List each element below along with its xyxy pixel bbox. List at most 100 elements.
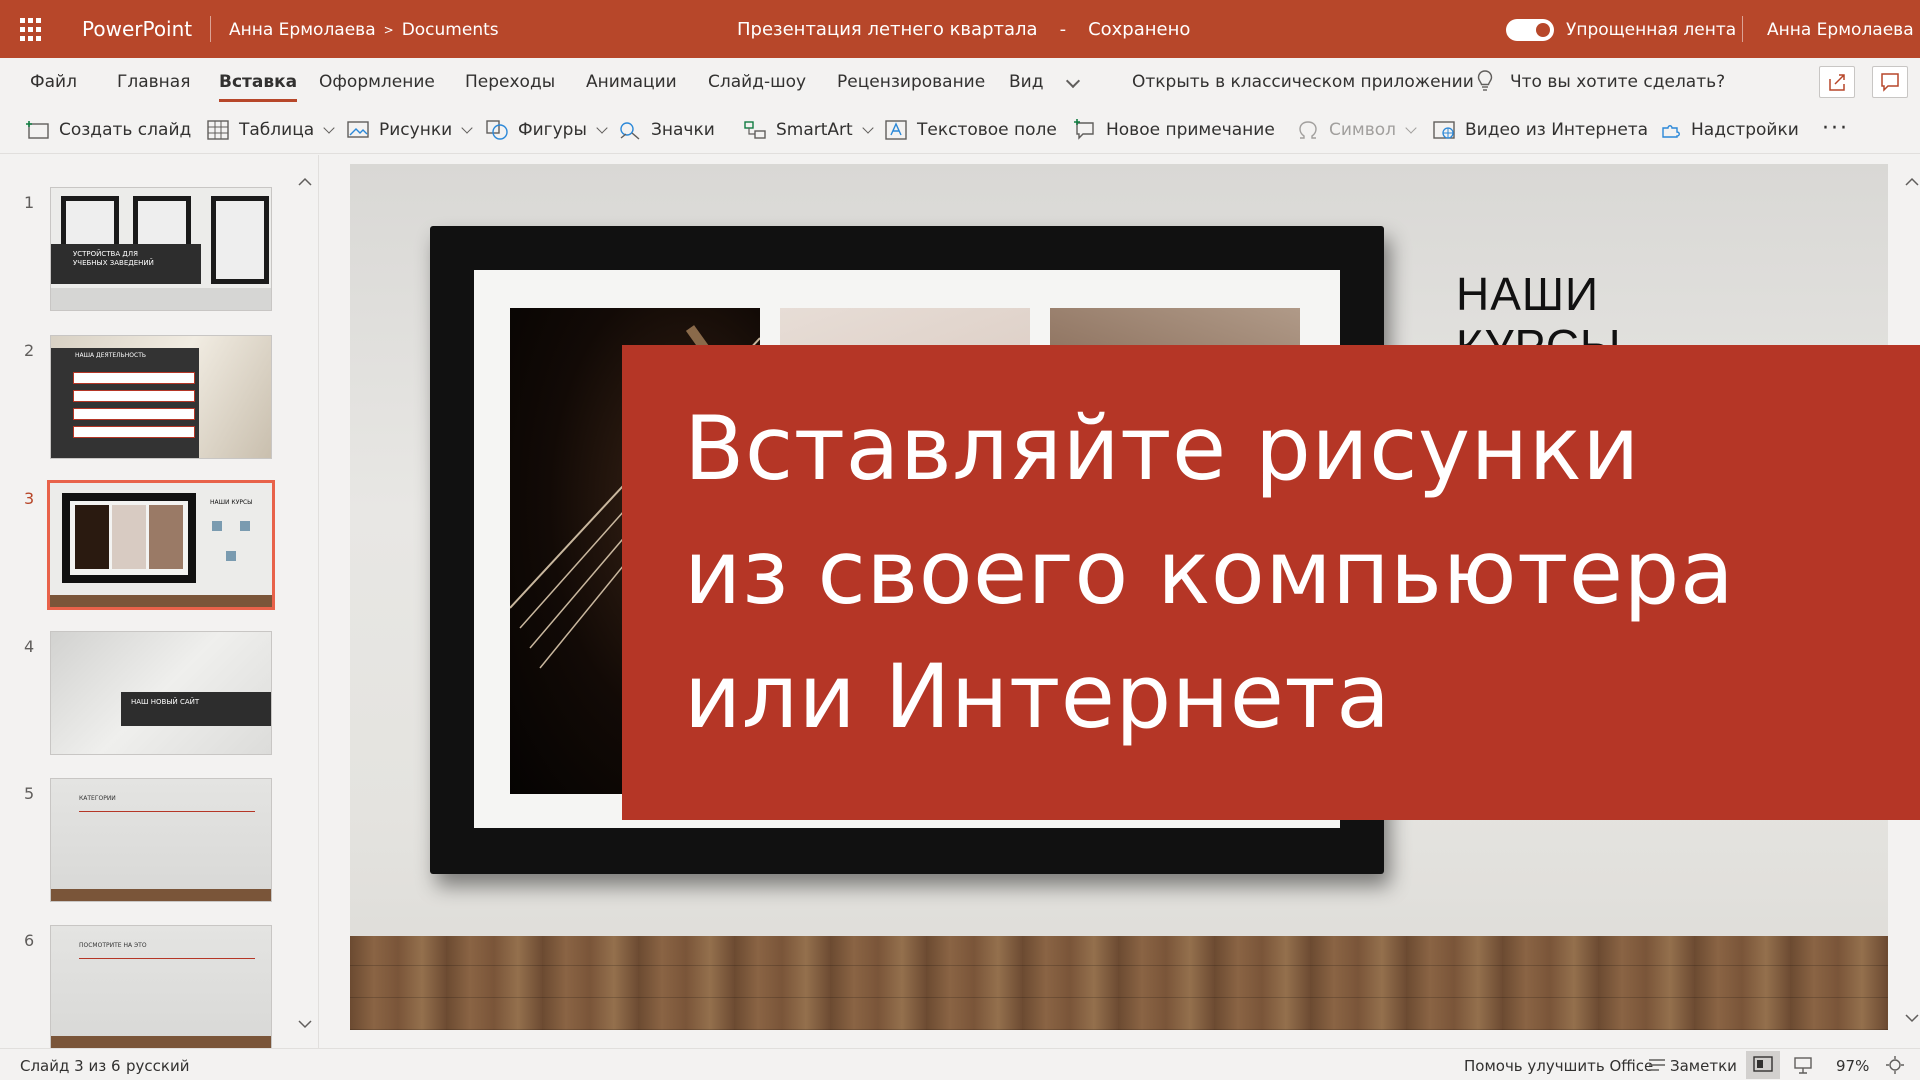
tab-animations[interactable]: Анимации — [586, 72, 677, 92]
share-icon — [1829, 74, 1845, 91]
fit-slide-icon[interactable] — [1884, 1055, 1906, 1075]
tab-view[interactable]: Вид — [1009, 72, 1043, 92]
omega-symbol-icon — [1299, 121, 1317, 139]
ribbon-tabs: Файл Главная Вставка Оформление Переходы… — [0, 58, 1920, 106]
tab-design[interactable]: Оформление — [319, 72, 435, 92]
promo-banner: Вставляйте рисунки из своего компьютера … — [622, 345, 1920, 820]
thumbnail-number: 6 — [24, 931, 35, 950]
normal-view-icon — [1753, 1056, 1773, 1072]
addins-button[interactable]: Надстройки — [1658, 118, 1799, 142]
thumbnail-number: 3 — [24, 489, 35, 508]
thumbnail-number: 1 — [24, 193, 35, 212]
pictures-icon — [347, 121, 369, 138]
open-desktop-app-link[interactable]: Открыть в классическом приложении — [1132, 72, 1474, 92]
thumbnail-title: УСТРОЙСТВА ДЛЯ УЧЕБНЫХ ЗАВЕДЕНИЙ — [73, 250, 154, 267]
thumbnail-number: 2 — [24, 341, 35, 360]
thumbnail-title: КАТЕГОРИИ — [79, 795, 116, 802]
tell-me-search[interactable]: Что вы хотите сделать? — [1510, 72, 1725, 92]
addins-icon — [1662, 125, 1680, 138]
share-button[interactable] — [1819, 66, 1855, 98]
zoom-level[interactable]: 97% — [1836, 1057, 1869, 1075]
tab-transitions[interactable]: Переходы — [465, 72, 555, 92]
canvas-scrollbar[interactable] — [1904, 155, 1920, 1048]
new-slide-label: Создать слайд — [59, 120, 192, 140]
thumbnail-image: НАША ДЕЯТЕЛЬНОСТЬ — [50, 335, 272, 459]
thumbnail-slide-5[interactable]: 5 КАТЕГОРИИ — [0, 778, 300, 906]
wood-floor — [350, 936, 1888, 1030]
notes-button[interactable]: Заметки — [1670, 1057, 1737, 1075]
normal-view-button[interactable] — [1746, 1051, 1780, 1079]
slideshow-view-icon[interactable] — [1792, 1055, 1814, 1075]
thumbnail-slide-3[interactable]: 3 НАШИ КУРСЫ — [0, 480, 300, 611]
table-label: Таблица — [239, 120, 315, 140]
thumbnail-title: НАШИ КУРСЫ — [210, 499, 253, 506]
video-icon — [1433, 121, 1455, 139]
online-video-label: Видео из Интернета — [1465, 120, 1649, 140]
symbol-label: Символ — [1329, 120, 1397, 140]
app-name[interactable]: PowerPoint — [82, 17, 192, 41]
app-launcher-icon[interactable] — [20, 18, 44, 42]
addins-label: Надстройки — [1691, 120, 1799, 140]
comment-icon — [1881, 73, 1899, 92]
shapes-button[interactable]: Фигуры — [485, 118, 608, 142]
thumbnail-image: НАШИ КУРСЫ — [47, 480, 275, 610]
title-dash: - — [1059, 19, 1067, 40]
simplified-ribbon-toggle[interactable] — [1506, 19, 1554, 41]
icons-button[interactable]: Значки — [618, 118, 715, 142]
icons-label: Значки — [651, 120, 715, 140]
thumbnail-image: ПОСМОТРИТЕ НА ЭТО — [50, 925, 272, 1048]
tab-insert[interactable]: Вставка — [219, 72, 298, 102]
notes-icon — [1649, 1059, 1665, 1071]
breadcrumb-user[interactable]: Анна Ермолаева — [229, 20, 376, 40]
new-comment-icon — [1074, 119, 1094, 140]
breadcrumb: Анна Ермолаева > Documents — [229, 20, 499, 40]
chevron-down-icon — [461, 121, 473, 134]
language-indicator[interactable]: русский — [126, 1057, 189, 1075]
title-divider — [210, 16, 211, 42]
thumbnail-slide-1[interactable]: 1 УСТРОЙСТВА ДЛЯ УЧЕБНЫХ ЗАВЕДЕНИЙ — [0, 187, 300, 315]
textbox-icon — [885, 120, 907, 140]
thumbnails-scrollbar[interactable] — [296, 155, 314, 1048]
symbol-button[interactable]: Символ — [1296, 118, 1417, 142]
breadcrumb-folder[interactable]: Documents — [402, 20, 499, 40]
new-comment-button[interactable]: Новое примечание — [1073, 118, 1275, 142]
tab-home[interactable]: Главная — [117, 72, 190, 92]
thumbnail-slide-2[interactable]: 2 НАША ДЕЯТЕЛЬНОСТЬ — [0, 335, 300, 463]
document-title-area[interactable]: Презентация летнего квартала - Сохранено — [737, 19, 1190, 40]
tab-slideshow[interactable]: Слайд-шоу — [708, 72, 806, 92]
thumbnail-slide-6[interactable]: 6 ПОСМОТРИТЕ НА ЭТО — [0, 925, 300, 1048]
textbox-button[interactable]: Текстовое поле — [884, 118, 1057, 142]
promo-line-3: или Интернета — [684, 645, 1391, 748]
chevron-down-icon[interactable] — [1065, 73, 1081, 89]
thumbnail-number: 5 — [24, 784, 35, 803]
simplified-ribbon-label: Упрощенная лента — [1566, 20, 1737, 40]
table-button[interactable]: Таблица — [206, 118, 335, 142]
tab-file[interactable]: Файл — [30, 72, 77, 92]
smartart-button[interactable]: SmartArt — [743, 118, 874, 142]
feedback-link[interactable]: Помочь улучшить Office — [1464, 1057, 1653, 1075]
thumbnail-slide-4[interactable]: 4 НАШ НОВЫЙ САЙТ — [0, 631, 300, 759]
document-title[interactable]: Презентация летнего квартала — [737, 19, 1038, 40]
thumbnail-title: НАШ НОВЫЙ САЙТ — [131, 698, 200, 706]
slide-thumbnails-pane: 1 УСТРОЙСТВА ДЛЯ УЧЕБНЫХ ЗАВЕДЕНИЙ 2 НАШ… — [0, 155, 300, 1048]
chevron-down-icon — [1405, 121, 1417, 134]
account-name[interactable]: Анна Ермолаева — [1767, 20, 1914, 40]
online-video-button[interactable]: Видео из Интернета — [1432, 118, 1648, 142]
smartart-icon — [744, 121, 766, 139]
thumbnail-image: НАШ НОВЫЙ САЙТ — [50, 631, 272, 755]
pictures-button[interactable]: Рисунки — [346, 118, 473, 142]
chevron-right-icon: > — [383, 23, 394, 37]
textbox-label: Текстовое поле — [917, 120, 1057, 140]
shapes-label: Фигуры — [518, 120, 587, 140]
chevron-down-icon — [323, 121, 335, 134]
tab-review[interactable]: Рецензирование — [837, 72, 985, 92]
status-bar: Слайд 3 из 6 русский Помочь улучшить Off… — [0, 1048, 1920, 1080]
new-slide-button[interactable]: Создать слайд — [26, 118, 191, 142]
save-status: Сохранено — [1088, 19, 1191, 40]
comments-button[interactable] — [1872, 66, 1908, 98]
thumbnail-title: НАША ДЕЯТЕЛЬНОСТЬ — [75, 352, 146, 359]
thumbnail-title: ПОСМОТРИТЕ НА ЭТО — [79, 942, 147, 949]
shapes-icon — [486, 120, 508, 140]
more-commands-icon[interactable]: ··· — [1822, 116, 1849, 141]
thumbnail-image: УСТРОЙСТВА ДЛЯ УЧЕБНЫХ ЗАВЕДЕНИЙ — [50, 187, 272, 311]
